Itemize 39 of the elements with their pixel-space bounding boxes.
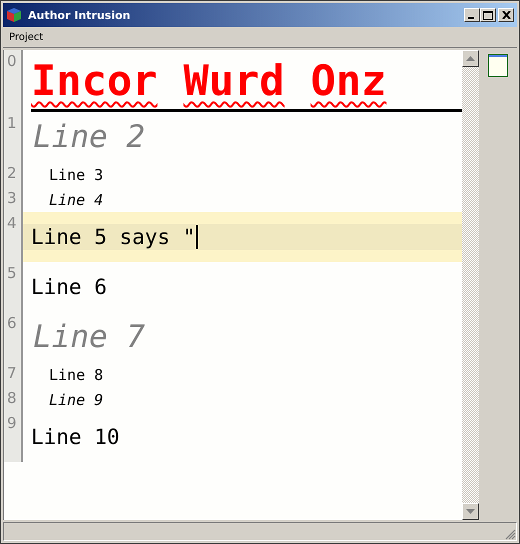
misspelled-word: Wurd — [183, 58, 285, 104]
line-number: 9 — [6, 414, 17, 432]
scroll-down-button[interactable] — [462, 503, 479, 520]
maximize-button[interactable] — [480, 8, 496, 22]
line-number: 1 — [6, 114, 17, 132]
line-text: Line 7 — [32, 319, 146, 355]
line-text: Line 2 — [32, 119, 146, 155]
line-number: 6 — [6, 314, 17, 332]
down-arrow-icon — [466, 509, 475, 514]
line-number: 5 — [6, 264, 17, 282]
close-button[interactable] — [498, 8, 514, 22]
line-number: 3 — [6, 189, 17, 207]
line-text: Line 10 — [30, 425, 121, 449]
editor-area[interactable]: 0 Incor Wurd Onz 1 Line 2 2 Line 3 3 Line 4 4 Line 5 says " 5 Line 6 6 Line 7 7 Line 8 8 Line 9 9 Line 10 — [3, 50, 462, 520]
misspelled-word: Onz — [310, 58, 386, 104]
line-number: 8 — [6, 389, 17, 407]
line-number: 7 — [6, 364, 17, 382]
misspelled-word: Incor — [31, 58, 158, 104]
cube-icon — [6, 7, 22, 23]
resize-grip-icon[interactable] — [505, 529, 516, 540]
page-icon[interactable] — [488, 54, 508, 77]
window-title: Author Intrusion — [28, 8, 132, 22]
line-text: Line 6 — [30, 275, 108, 299]
maximize-icon — [483, 10, 493, 20]
line-text: Line 8 — [48, 366, 104, 384]
scroll-up-button[interactable] — [462, 50, 479, 67]
line-number: 4 — [6, 214, 17, 232]
line-text: Line 4 — [48, 190, 104, 208]
menu-item[interactable]: Project — [9, 32, 44, 42]
vertical-scrollbar[interactable] — [462, 50, 479, 520]
close-icon — [502, 11, 510, 19]
line-text: Line 3 — [48, 166, 104, 184]
line-text: Line 5 says " — [30, 225, 196, 249]
line-number: 0 — [6, 52, 17, 70]
text-cursor — [196, 225, 198, 249]
line-text: Line 9 — [48, 390, 104, 408]
up-arrow-icon — [466, 56, 475, 61]
line-number: 2 — [6, 164, 17, 182]
minimize-button[interactable] — [464, 8, 480, 22]
